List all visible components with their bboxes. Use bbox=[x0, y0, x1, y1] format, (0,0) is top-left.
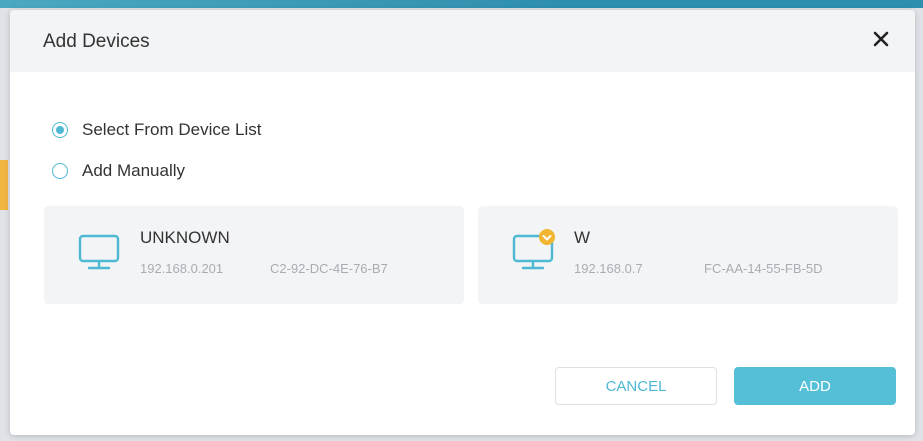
add-button[interactable]: ADD bbox=[734, 367, 896, 405]
radio-add-manually[interactable]: Add Manually bbox=[52, 161, 185, 181]
device-ip: 192.168.0.201 bbox=[140, 261, 224, 276]
device-name: UNKNOWN bbox=[140, 228, 230, 247]
device-ip: 192.168.0.7 bbox=[574, 261, 643, 276]
dialog-title: Add Devices bbox=[43, 31, 150, 52]
close-button[interactable] bbox=[869, 27, 893, 51]
top-banner-strip bbox=[0, 0, 923, 8]
device-card-unknown[interactable]: UNKNOWN 192.168.0.201 C2-92-DC-4E-76-B7 bbox=[44, 206, 464, 304]
device-name: W bbox=[574, 228, 591, 247]
device-mac: C2-92-DC-4E-76-B7 bbox=[270, 261, 388, 276]
radio-label-select-from-list: Select From Device List bbox=[82, 120, 262, 139]
monitor-with-badge-icon bbox=[512, 229, 555, 270]
cancel-button[interactable]: CANCEL bbox=[555, 367, 717, 405]
radio-button-unchecked[interactable] bbox=[52, 163, 68, 179]
dialog-header: Add Devices bbox=[10, 10, 915, 72]
monitor-icon bbox=[78, 234, 120, 270]
radio-label-add-manually: Add Manually bbox=[82, 161, 186, 180]
device-card-w[interactable]: W 192.168.0.7 FC-AA-14-55-FB-5D bbox=[478, 206, 898, 304]
device-mac: FC-AA-14-55-FB-5D bbox=[704, 261, 823, 276]
radio-button-checked[interactable] bbox=[52, 122, 68, 138]
close-icon bbox=[873, 31, 889, 47]
add-devices-dialog: Add Devices Select From Device List Add … bbox=[10, 10, 915, 435]
left-accent-bar bbox=[0, 160, 8, 210]
radio-select-from-device-list[interactable]: Select From Device List bbox=[52, 120, 262, 140]
